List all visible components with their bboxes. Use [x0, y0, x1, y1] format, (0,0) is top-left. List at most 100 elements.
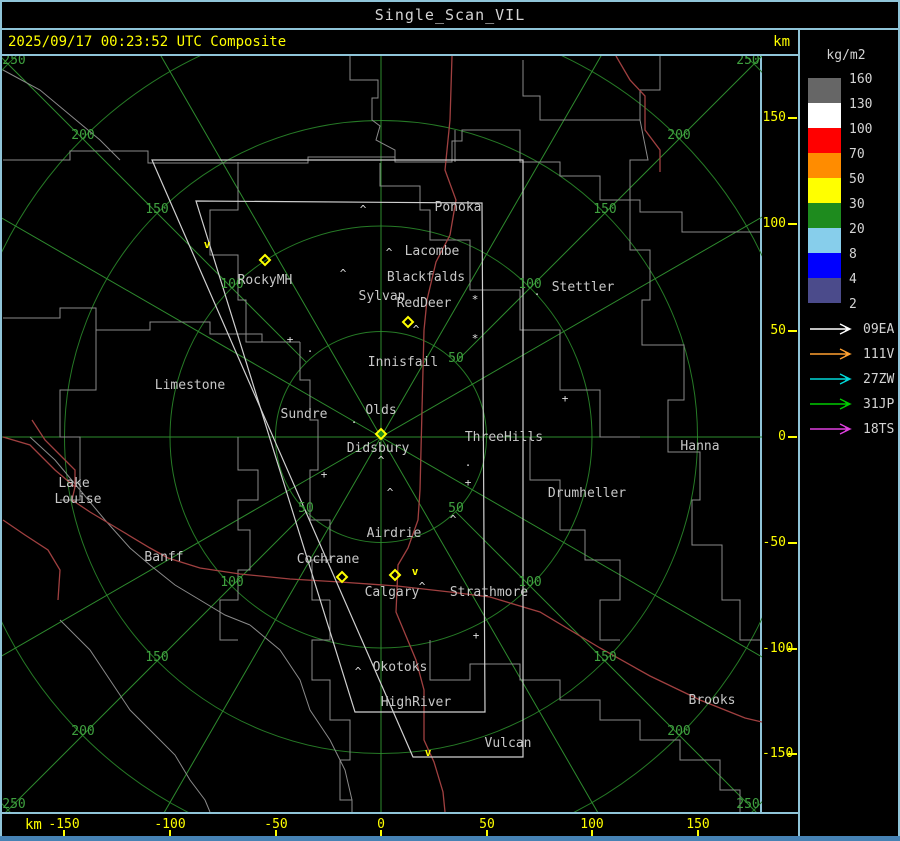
range-label: 50: [298, 501, 314, 516]
scan-timestamp: 2025/09/17 00:23:52 UTC Composite: [8, 34, 287, 50]
town-label: Sundre: [281, 407, 328, 422]
county-boundary: [522, 56, 661, 121]
legend-panel: kg/m2 160 130 100 70 50 30 20 8 4 2 09EA 111V 27ZW 3…: [801, 30, 898, 836]
town-label: Stettler: [552, 280, 615, 295]
site-marker-icon: ^: [419, 580, 426, 593]
legend-color-swatch: [808, 103, 841, 128]
legend-color-swatch: [808, 128, 841, 153]
legend-threshold-label: 100: [849, 122, 873, 137]
site-marker-icon: *: [472, 293, 479, 306]
range-label: 200: [667, 128, 690, 143]
county-boundary: [529, 437, 621, 641]
right-axis-tick-label: -100: [762, 641, 794, 656]
town-label: Didsbury: [347, 441, 410, 456]
range-label: 200: [667, 724, 690, 739]
site-marker-icon: ^: [386, 246, 393, 259]
range-label: 250: [736, 56, 759, 68]
right-axis-tick-mark: [788, 436, 797, 438]
site-marker-icon: ^: [450, 513, 457, 526]
county-boundary: [59, 619, 211, 812]
town-label: Cochrane: [297, 552, 360, 567]
town-diamond-icon: [401, 315, 415, 329]
town-label: Olds: [365, 403, 396, 418]
radar-site-entry: 27ZW: [809, 372, 897, 387]
legend-threshold-label: 50: [849, 172, 865, 187]
legend-threshold-label: 4: [849, 272, 857, 287]
range-label: 250: [2, 56, 25, 68]
range-label: 250: [2, 797, 25, 812]
town-label: RockyMH: [238, 273, 293, 288]
radar-arrow-icon: [810, 323, 852, 335]
town-label: RedDeer: [397, 296, 452, 311]
radial-line: [160, 56, 382, 438]
legend-threshold-label: 2: [849, 297, 857, 312]
town-diamond-icon: [335, 570, 349, 584]
town-label: Ponoka: [435, 200, 482, 215]
radar-site-id: 27ZW: [863, 372, 895, 387]
town-label: Calgary: [365, 585, 420, 600]
county-boundary: [29, 436, 251, 626]
right-axis-tick-label: -150: [762, 746, 794, 761]
site-marker-icon: ^: [355, 665, 362, 678]
legend-color-swatch: [808, 78, 841, 103]
legend-color-swatch: [808, 153, 841, 178]
town-label: Lacombe: [405, 244, 460, 259]
site-marker-icon: ^: [387, 486, 394, 499]
radar-map-canvas[interactable]: 1001502002505010015020025050100150200250…: [2, 56, 762, 812]
radar-site-entry: 31JP: [809, 397, 897, 412]
town-label: Innisfail: [368, 355, 438, 370]
highway: [2, 519, 61, 601]
right-distance-axis: 150 100 50 0 -50 -100 -150: [762, 56, 798, 812]
right-axis-tick-mark: [788, 542, 797, 544]
county-boundary: [2, 69, 121, 161]
town-arrow-icon: v: [204, 238, 211, 251]
town-label: Hanna: [680, 439, 719, 454]
site-marker-icon: .: [534, 285, 541, 298]
town-arrow-icon: v: [425, 746, 432, 759]
legend-unit-label: kg/m2: [826, 48, 866, 63]
county-boundary: [429, 640, 741, 812]
radar-app-window: Single_Scan_VIL 2025/09/17 00:23:52 UTC …: [0, 0, 900, 841]
range-label: 150: [145, 202, 168, 217]
radar-site-id: 111V: [863, 347, 895, 362]
legend-color-swatch: [808, 178, 841, 203]
site-marker-icon: *: [472, 332, 479, 345]
radar-map[interactable]: 100 150 200 250 50 100 150 200 250 50 100 150 200 250…: [2, 56, 762, 812]
county-boundary: [311, 600, 353, 812]
town-label: Lake: [58, 476, 89, 491]
title-bar: Single_Scan_VIL: [0, 2, 900, 28]
county-boundary: [219, 437, 259, 641]
site-marker-icon: +: [465, 476, 472, 489]
right-axis-unit-label: km: [773, 34, 790, 50]
radar-arrow-icon: [810, 348, 852, 360]
legend-color-swatch: [808, 278, 841, 303]
town-label: Strathmore: [450, 585, 528, 600]
town-label: Limestone: [155, 378, 226, 393]
site-marker-icon: +: [321, 468, 328, 481]
radar-site-id: 31JP: [863, 397, 895, 412]
highway: [615, 56, 661, 172]
range-label: 250: [736, 797, 759, 812]
radar-site-entry: 09EA: [809, 322, 897, 337]
radar-site-entry: 18TS: [809, 422, 897, 437]
range-label: 200: [71, 128, 94, 143]
town-label: Louise: [55, 492, 102, 507]
radar-site-entry: 111V: [809, 347, 897, 362]
site-marker-icon: .: [465, 456, 472, 469]
range-label: 50: [448, 351, 464, 366]
county-boundary: [349, 56, 396, 157]
range-label: 150: [593, 650, 616, 665]
site-marker-icon: +: [287, 333, 294, 346]
right-axis-tick-label: 150: [762, 110, 786, 125]
town-label: Okotoks: [373, 660, 428, 675]
info-bar: 2025/09/17 00:23:52 UTC Composite km: [0, 30, 796, 54]
town-arrow-icon: v: [412, 565, 419, 578]
legend-threshold-label: 70: [849, 147, 865, 162]
legend-threshold-label: 8: [849, 247, 857, 262]
range-label: 150: [145, 650, 168, 665]
radar-site-id: 18TS: [863, 422, 895, 437]
town-label: Airdrie: [367, 526, 422, 541]
town-label: Drumheller: [548, 486, 626, 501]
right-axis-tick-mark: [788, 648, 797, 650]
site-marker-icon: ^: [360, 203, 367, 216]
